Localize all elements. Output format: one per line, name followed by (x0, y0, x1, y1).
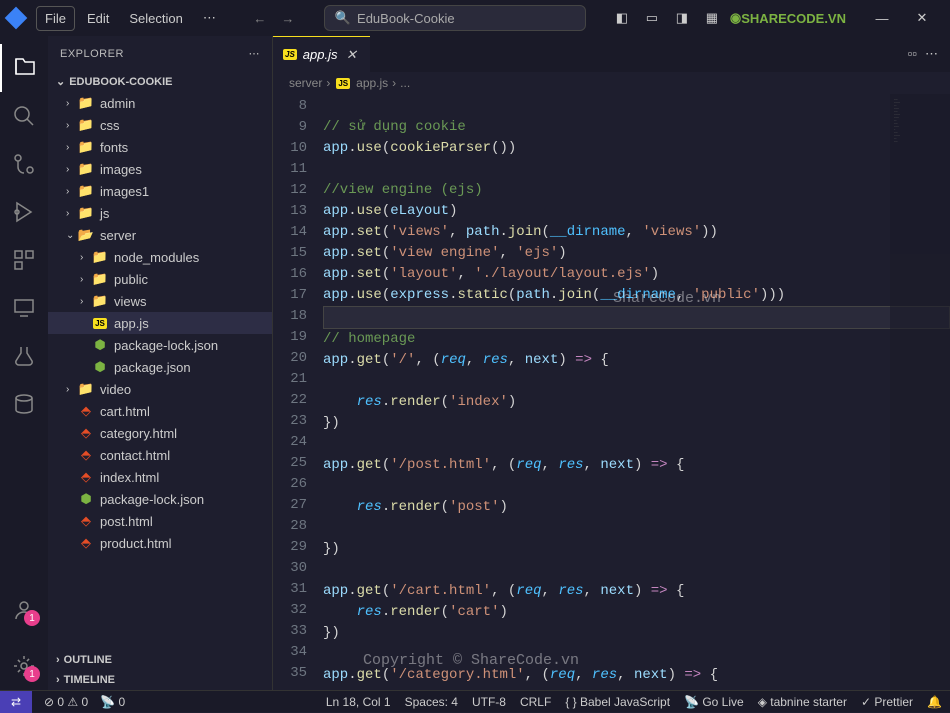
layout-sidebar-right-icon[interactable]: ◨ (670, 6, 694, 30)
vscode-logo-icon (5, 7, 28, 30)
tree-file-product[interactable]: ⬘product.html (48, 532, 272, 554)
status-encoding[interactable]: UTF-8 (472, 695, 506, 709)
tree-file-appjs[interactable]: JSapp.js (48, 312, 272, 334)
tree-folder-node-modules[interactable]: ›📁node_modules (48, 246, 272, 268)
js-file-icon: JS (283, 49, 297, 60)
tree-folder-server[interactable]: ⌄📂server (48, 224, 272, 246)
tree-folder-video[interactable]: ›📁video (48, 378, 272, 400)
nav-forward-icon[interactable]: → (276, 6, 300, 30)
status-prettier[interactable]: ✓ Prettier (861, 695, 913, 709)
status-problems[interactable]: ⊘ 0 ⚠ 0 (44, 695, 88, 709)
tree-folder-fonts[interactable]: ›📁fonts (48, 136, 272, 158)
tree-folder-images[interactable]: ›📁images (48, 158, 272, 180)
tree-folder-admin[interactable]: ›📁admin (48, 92, 272, 114)
status-ports[interactable]: 📡 0 (100, 695, 125, 709)
search-text: EduBook-Cookie (357, 11, 455, 26)
command-center-search[interactable]: 🔍 EduBook-Cookie (324, 5, 586, 31)
status-indent[interactable]: Spaces: 4 (405, 695, 458, 709)
status-language[interactable]: { } Babel JavaScript (565, 695, 670, 709)
line-gutter: 8910111213141516171819202122232425262728… (273, 94, 323, 690)
status-tabnine[interactable]: ◈ tabnine starter (758, 695, 847, 709)
code-content[interactable]: // sử dụng cookieapp.use(cookieParser())… (323, 94, 950, 690)
split-editor-icon[interactable]: ▫▫ (908, 46, 917, 62)
breadcrumb[interactable]: server› JSapp.js› ... (273, 72, 950, 94)
tree-file-post[interactable]: ⬘post.html (48, 510, 272, 532)
activity-settings-icon[interactable]: 1 (0, 642, 48, 690)
window-close-icon[interactable]: ✕ (902, 3, 942, 33)
menu-selection[interactable]: Selection (121, 7, 190, 30)
window-minimize-icon[interactable]: — (862, 3, 902, 33)
tree-folder-js[interactable]: ›📁js (48, 202, 272, 224)
tree-file-contact[interactable]: ⬘contact.html (48, 444, 272, 466)
status-golive[interactable]: 📡 Go Live (684, 695, 744, 709)
tab-appjs[interactable]: JS app.js ✕ (273, 36, 370, 72)
tree-folder-views[interactable]: ›📁views (48, 290, 272, 312)
activity-explorer-icon[interactable] (0, 44, 48, 92)
tree-file-package-lock2[interactable]: ⬢package-lock.json (48, 488, 272, 510)
activity-extensions-icon[interactable] (0, 236, 48, 284)
title-bar: File Edit Selection ⋯ ← → 🔍 EduBook-Cook… (0, 0, 950, 36)
nav-back-icon[interactable]: ← (248, 6, 272, 30)
tree-folder-public[interactable]: ›📁public (48, 268, 272, 290)
timeline-section[interactable]: ›TIMELINE (48, 670, 272, 690)
layout-sidebar-left-icon[interactable]: ◧ (610, 6, 634, 30)
activity-source-control-icon[interactable] (0, 140, 48, 188)
activity-testing-icon[interactable] (0, 332, 48, 380)
menu-more-icon[interactable]: ⋯ (195, 6, 224, 30)
search-icon: 🔍 (335, 10, 351, 26)
remote-indicator-icon[interactable]: ⇄ (0, 691, 32, 713)
menu-edit[interactable]: Edit (79, 7, 117, 30)
menu-file[interactable]: File (36, 6, 75, 31)
tree-file-package-lock[interactable]: ⬢package-lock.json (48, 334, 272, 356)
editor-tabs: JS app.js ✕ ▫▫ ⋯ (273, 36, 950, 72)
file-tree: ›📁admin ›📁css ›📁fonts ›📁images ›📁images1… (48, 92, 272, 650)
code-editor[interactable]: 8910111213141516171819202122232425262728… (273, 94, 950, 690)
status-notifications-icon[interactable]: 🔔 (927, 695, 942, 709)
sharecode-logo: ◉SHARECODE.VN (730, 10, 846, 26)
activity-bar: 1 1 (0, 36, 48, 690)
activity-accounts-icon[interactable]: 1 (0, 586, 48, 634)
accounts-badge: 1 (24, 610, 40, 626)
tree-file-package[interactable]: ⬢package.json (48, 356, 272, 378)
tree-folder-css[interactable]: ›📁css (48, 114, 272, 136)
explorer-more-icon[interactable]: ⋯ (249, 47, 261, 60)
project-section[interactable]: ⌄EDUBOOK-COOKIE (48, 71, 272, 92)
activity-debug-icon[interactable] (0, 188, 48, 236)
tab-label: app.js (303, 47, 338, 62)
minimap[interactable]: ▬▬▬▬▬▬▬▬▬▬▬▬▬▬▬▬▬▬▬▬▬▬▬▬▬▬▬▬▬▬▬▬▬▬▬▬▬▬▬▬… (890, 94, 950, 690)
explorer-title: EXPLORER (60, 48, 124, 60)
activity-search-icon[interactable] (0, 92, 48, 140)
tree-file-index[interactable]: ⬘index.html (48, 466, 272, 488)
activity-database-icon[interactable] (0, 380, 48, 428)
outline-section[interactable]: ›OUTLINE (48, 650, 272, 670)
status-bar: ⇄ ⊘ 0 ⚠ 0 📡 0 Ln 18, Col 1 Spaces: 4 UTF… (0, 690, 950, 712)
status-eol[interactable]: CRLF (520, 695, 551, 709)
editor-more-icon[interactable]: ⋯ (925, 46, 938, 62)
tab-close-icon[interactable]: ✕ (344, 47, 360, 63)
layout-customize-icon[interactable]: ▦ (700, 6, 724, 30)
layout-panel-icon[interactable]: ▭ (640, 6, 664, 30)
tree-file-cart[interactable]: ⬘cart.html (48, 400, 272, 422)
settings-badge: 1 (24, 666, 40, 682)
editor-area: JS app.js ✕ ▫▫ ⋯ server› JSapp.js› ... 8… (273, 36, 950, 690)
tree-folder-images1[interactable]: ›📁images1 (48, 180, 272, 202)
status-cursor[interactable]: Ln 18, Col 1 (326, 695, 391, 709)
tree-file-category[interactable]: ⬘category.html (48, 422, 272, 444)
activity-remote-icon[interactable] (0, 284, 48, 332)
sidebar: EXPLORER ⋯ ⌄EDUBOOK-COOKIE ›📁admin ›📁css… (48, 36, 273, 690)
